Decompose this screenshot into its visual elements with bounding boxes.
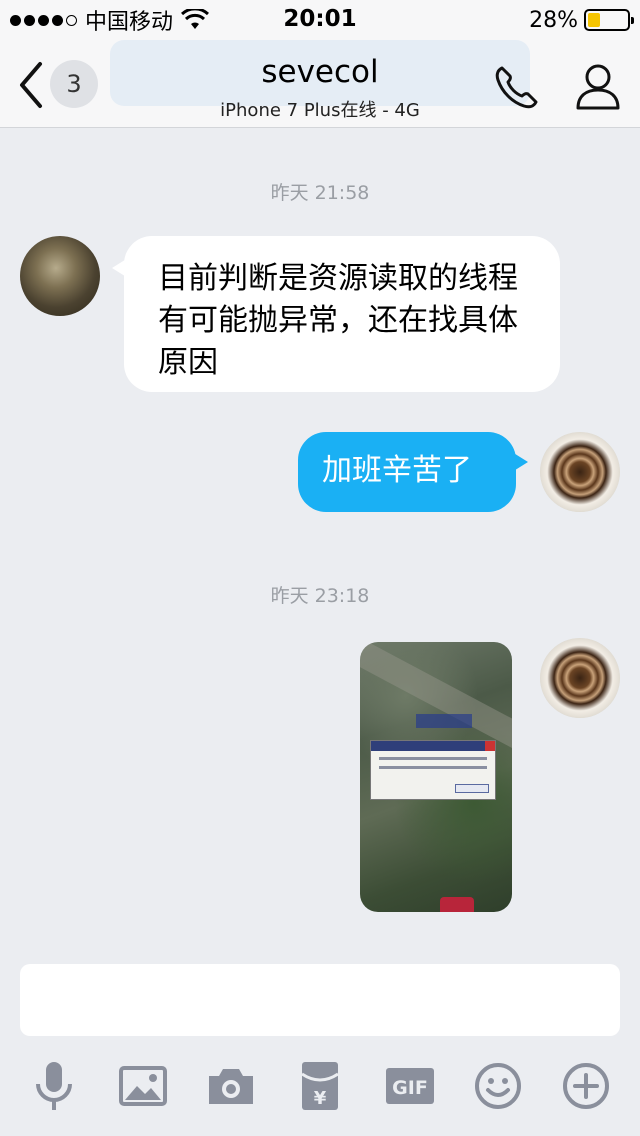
- image-detail: [440, 897, 474, 912]
- profile-icon[interactable]: [572, 60, 624, 112]
- message-input[interactable]: [20, 964, 620, 1036]
- red-packet-icon[interactable]: ¥: [292, 1058, 348, 1114]
- input-toolbar: ¥ GIF: [0, 1058, 640, 1118]
- contact-name: sevecol: [261, 54, 379, 90]
- my-avatar[interactable]: [540, 432, 620, 512]
- chat-header: 3 sevecol iPhone 7 Plus在线 - 4G: [0, 40, 640, 128]
- svg-text:GIF: GIF: [392, 1077, 428, 1099]
- gif-icon[interactable]: GIF: [382, 1058, 438, 1114]
- battery-level: [588, 13, 600, 27]
- outgoing-image-message[interactable]: [360, 642, 512, 912]
- image-detail: [485, 741, 495, 751]
- microphone-icon[interactable]: [26, 1058, 82, 1114]
- message-timestamp: 昨天 23:18: [270, 585, 370, 607]
- camera-icon[interactable]: [203, 1058, 259, 1114]
- phone-call-icon[interactable]: [492, 62, 542, 112]
- battery-icon: [584, 9, 634, 31]
- image-icon[interactable]: [115, 1058, 171, 1114]
- image-detail: [360, 642, 512, 754]
- image-detail: [371, 741, 495, 751]
- status-bar: 中国移动 20:01 28%: [0, 0, 640, 40]
- image-detail: [370, 740, 496, 800]
- image-detail: [455, 784, 489, 793]
- image-detail: [416, 714, 472, 728]
- contact-avatar[interactable]: [20, 236, 100, 316]
- image-detail: [379, 757, 487, 760]
- status-right: 28%: [529, 6, 634, 34]
- plus-icon[interactable]: [558, 1058, 614, 1114]
- battery-percentage: 28%: [529, 7, 578, 33]
- image-detail: [379, 766, 487, 769]
- incoming-message-bubble[interactable]: 目前判断是资源读取的线程有可能抛异常，还在找具体原因: [112, 236, 560, 392]
- my-avatar[interactable]: [540, 638, 620, 718]
- emoji-icon[interactable]: [470, 1058, 526, 1114]
- message-timestamp: 昨天 21:58: [270, 182, 370, 204]
- outgoing-message-bubble[interactable]: 加班辛苦了: [298, 432, 528, 512]
- contact-status: iPhone 7 Plus在线 - 4G: [220, 100, 420, 121]
- svg-text:¥: ¥: [314, 1088, 327, 1109]
